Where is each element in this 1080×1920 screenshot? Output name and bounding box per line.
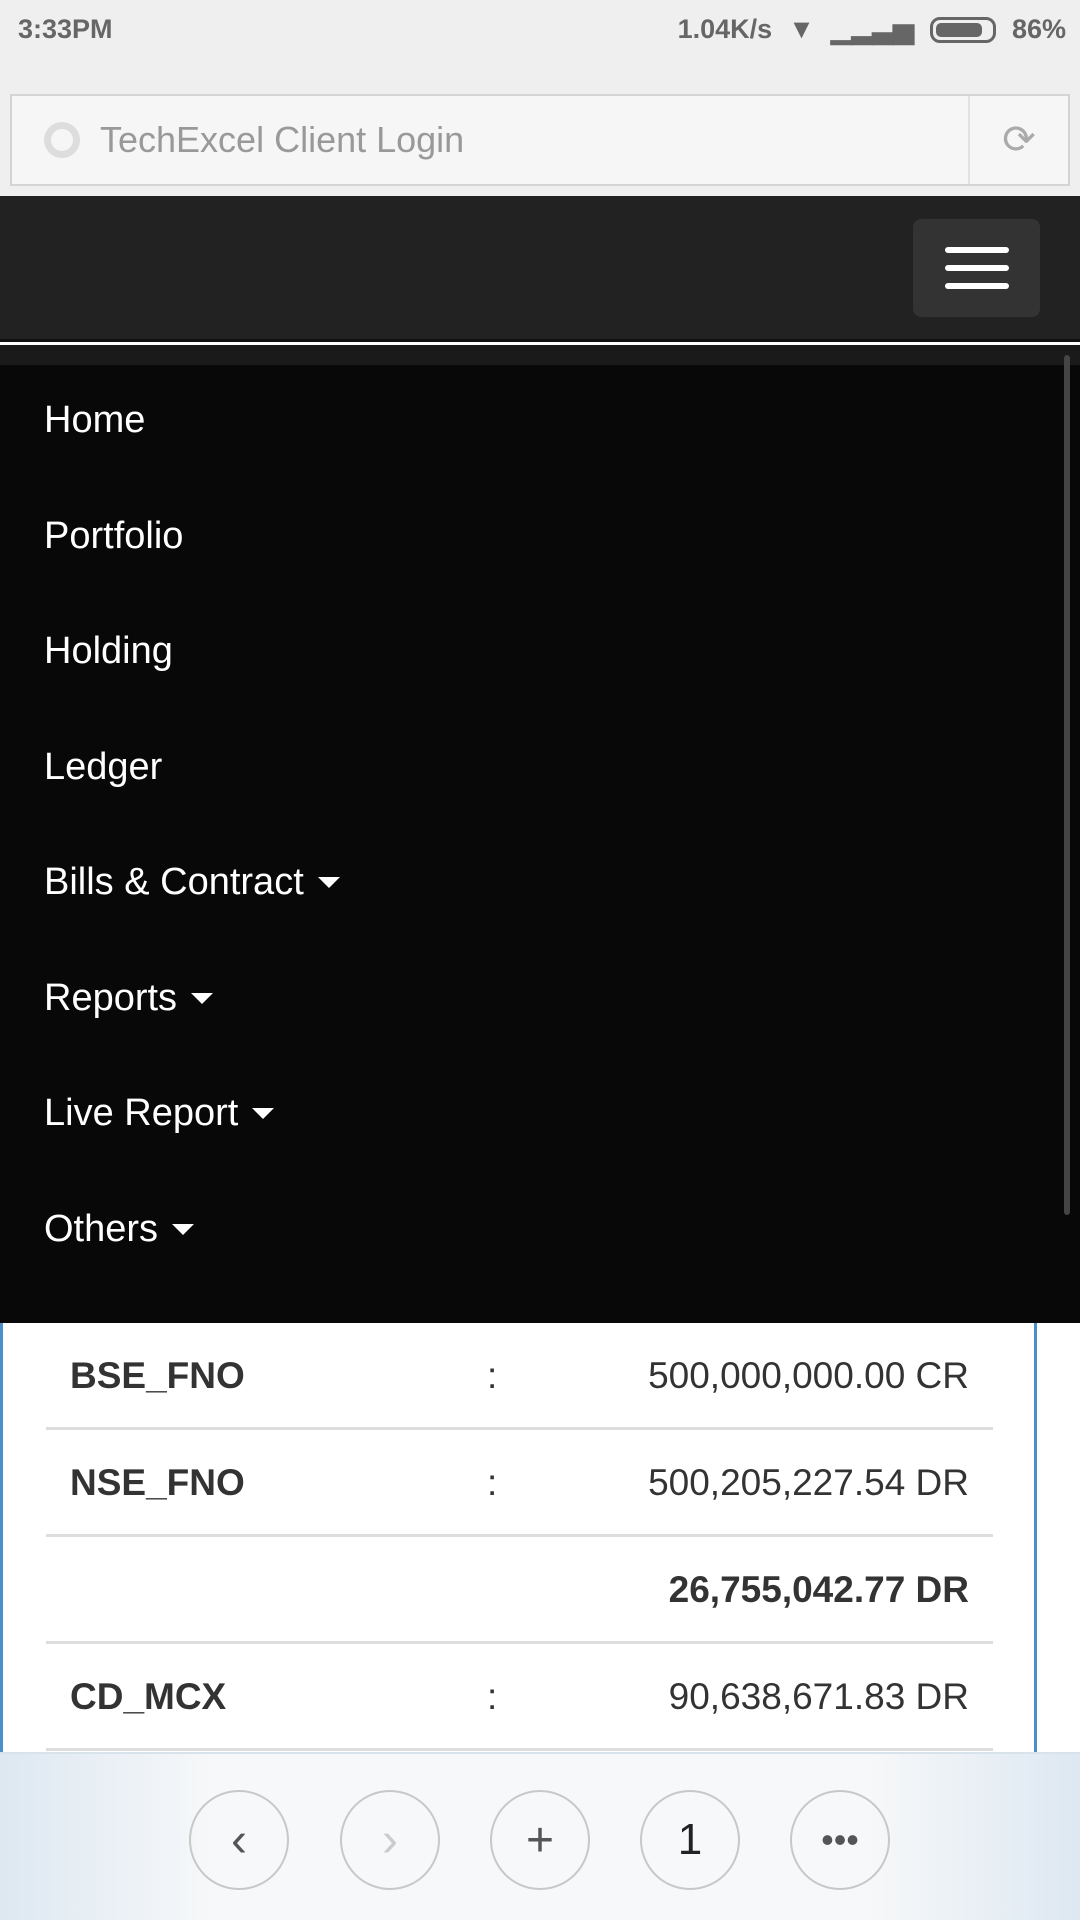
ledger-row: CD_MCX: 90,638,671.83 DR [46, 1644, 993, 1751]
reload-icon[interactable]: ⟳ [968, 96, 1068, 184]
menu-item-label: Portfolio [44, 514, 184, 557]
menu-item-portfolio[interactable]: Portfolio [0, 479, 1080, 595]
menu-item-label: Bills & Contract [44, 861, 304, 904]
signal-icon: ▁▂▃▅ [830, 14, 914, 44]
ledger-row: BSE_FNO: 500,000,000.00 CR [46, 1323, 993, 1430]
forward-button[interactable]: › [340, 1790, 440, 1890]
menu-item-home[interactable]: Home [0, 363, 1080, 479]
plus-icon: + [525, 1813, 555, 1867]
navbar [0, 196, 1080, 342]
browser-toolbar: ‹ › + 1 ••• [0, 1752, 1080, 1920]
tabs-count: 1 [677, 1815, 703, 1864]
row-separator: : [487, 1355, 498, 1396]
menu-item-label: Others [44, 1207, 159, 1250]
menu-item-live-report[interactable]: Live Report [0, 1056, 1080, 1172]
battery-icon [929, 16, 996, 43]
row-label: BSE_FNO [70, 1355, 245, 1396]
more-icon: ••• [821, 1819, 859, 1860]
row-separator: : [487, 1676, 498, 1717]
menu-toggle-button[interactable] [913, 219, 1040, 317]
menu-item-bills-contract[interactable]: Bills & Contract [0, 825, 1080, 941]
address-bar[interactable]: TechExcel Client Login ⟳ [10, 94, 1070, 186]
scrollbar[interactable] [1064, 355, 1070, 1215]
row-label: NSE_FNO [70, 1462, 245, 1503]
menu-item-others[interactable]: Others [0, 1172, 1080, 1288]
battery-percent: 86% [1011, 14, 1066, 44]
row-value: 90,638,671.83 DR [668, 1676, 969, 1717]
site-icon [44, 122, 80, 158]
wifi-icon: ▼ [788, 14, 815, 44]
ledger-panel: BSE_FNO: 500,000,000.00 CR NSE_FNO: 500,205… [0, 1323, 1037, 1753]
back-button[interactable]: ‹ [189, 1790, 289, 1890]
row-value: 500,000,000.00 CR [648, 1355, 969, 1396]
menu-item-label: Ledger [44, 745, 163, 788]
status-time: 3:33PM [18, 14, 113, 44]
ledger-row: NSE_FNO: 500,205,227.54 DR [46, 1430, 993, 1537]
caret-down-icon [172, 1223, 195, 1235]
chevron-right-icon: › [382, 1813, 398, 1867]
more-button[interactable]: ••• [790, 1790, 890, 1890]
net-speed: 1.04K/s [677, 14, 773, 44]
row-value: 500,205,227.54 DR [648, 1462, 969, 1503]
status-bar: 3:33PM 1.04K/s ▼ ▁▂▃▅ 86% [0, 0, 1080, 80]
menu-item-label: Reports [44, 976, 178, 1019]
caret-down-icon [252, 1108, 275, 1120]
new-tab-button[interactable]: + [490, 1790, 590, 1890]
menu-item-label: Live Report [44, 1092, 239, 1135]
menu-item-label: Home [44, 399, 146, 442]
row-label: CD_MCX [70, 1676, 227, 1717]
menu-item-reports[interactable]: Reports [0, 941, 1080, 1057]
chevron-left-icon: ‹ [231, 1813, 247, 1867]
menu-item-ledger[interactable]: Ledger [0, 710, 1080, 826]
caret-down-icon [191, 992, 214, 1004]
menu-item-holding[interactable]: Holding [0, 594, 1080, 710]
tabs-button[interactable]: 1 [640, 1790, 740, 1890]
caret-down-icon [317, 877, 340, 889]
nav-menu: Home Portfolio Holding Ledger Bills & Contra… [0, 365, 1080, 1323]
row-value: 26,755,042.77 DR [668, 1569, 969, 1610]
total-row: 26,755,042.77 DR [46, 1537, 993, 1644]
page-title[interactable]: TechExcel Client Login [100, 119, 968, 161]
row-separator: : [487, 1462, 498, 1503]
menu-item-label: Holding [44, 630, 173, 673]
